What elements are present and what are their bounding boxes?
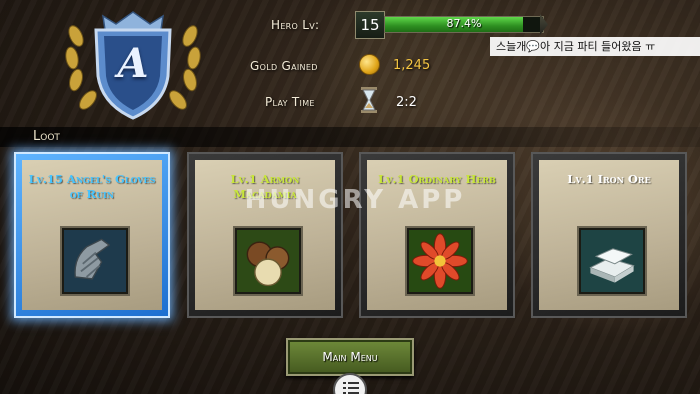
gold-gained-label: Gold Gained xyxy=(250,59,318,73)
hourglass-icon xyxy=(361,87,377,113)
iron-ingot-icon xyxy=(579,228,645,294)
loot-card-macadamia[interactable]: Lv.1 Armon Macadamia xyxy=(187,152,343,318)
loot-card-gloves[interactable]: Lv.15 Angel's Gloves of Ruin xyxy=(14,152,170,318)
loot-item-name: Lv.1 Ordinary Herb xyxy=(378,172,496,186)
gauntlet-icon xyxy=(62,228,128,294)
loot-item-name: Lv.1 Iron Ore xyxy=(567,172,651,186)
loot-card-herb[interactable]: Lv.1 Ordinary Herb xyxy=(359,152,515,318)
hero-level-label: Hero Lv: xyxy=(271,18,320,32)
red-flower-icon xyxy=(407,228,473,294)
hero-level-value: 15 xyxy=(355,11,385,39)
main-menu-button[interactable]: Main Menu xyxy=(286,338,414,376)
play-time-label: Play Time xyxy=(265,95,315,109)
macadamia-icon xyxy=(235,228,301,294)
gold-coin-icon xyxy=(359,54,380,75)
xp-progress-bar: 87.4% xyxy=(384,16,544,33)
play-time-value: 2:2 xyxy=(396,95,417,110)
rank-emblem: A xyxy=(58,6,208,121)
xp-percent-text: 87.4% xyxy=(446,17,482,30)
gold-gained-value: 1,245 xyxy=(393,58,431,73)
loot-header-bar xyxy=(0,127,700,147)
chat-overlay: 스늘개💬아 지금 파티 들어왔음 ㅠ xyxy=(490,37,700,56)
xp-bar-cap xyxy=(540,14,548,35)
menu-list-icon[interactable] xyxy=(333,373,367,394)
rank-letter: A xyxy=(117,40,149,87)
loot-item-name: Lv.1 Armon Macadamia xyxy=(230,172,300,201)
loot-card-iron-ore[interactable]: Lv.1 Iron Ore xyxy=(531,152,687,318)
loot-item-name: Lv.15 Angel's Gloves of Ruin xyxy=(28,172,156,201)
loot-title: Loot xyxy=(33,129,60,144)
